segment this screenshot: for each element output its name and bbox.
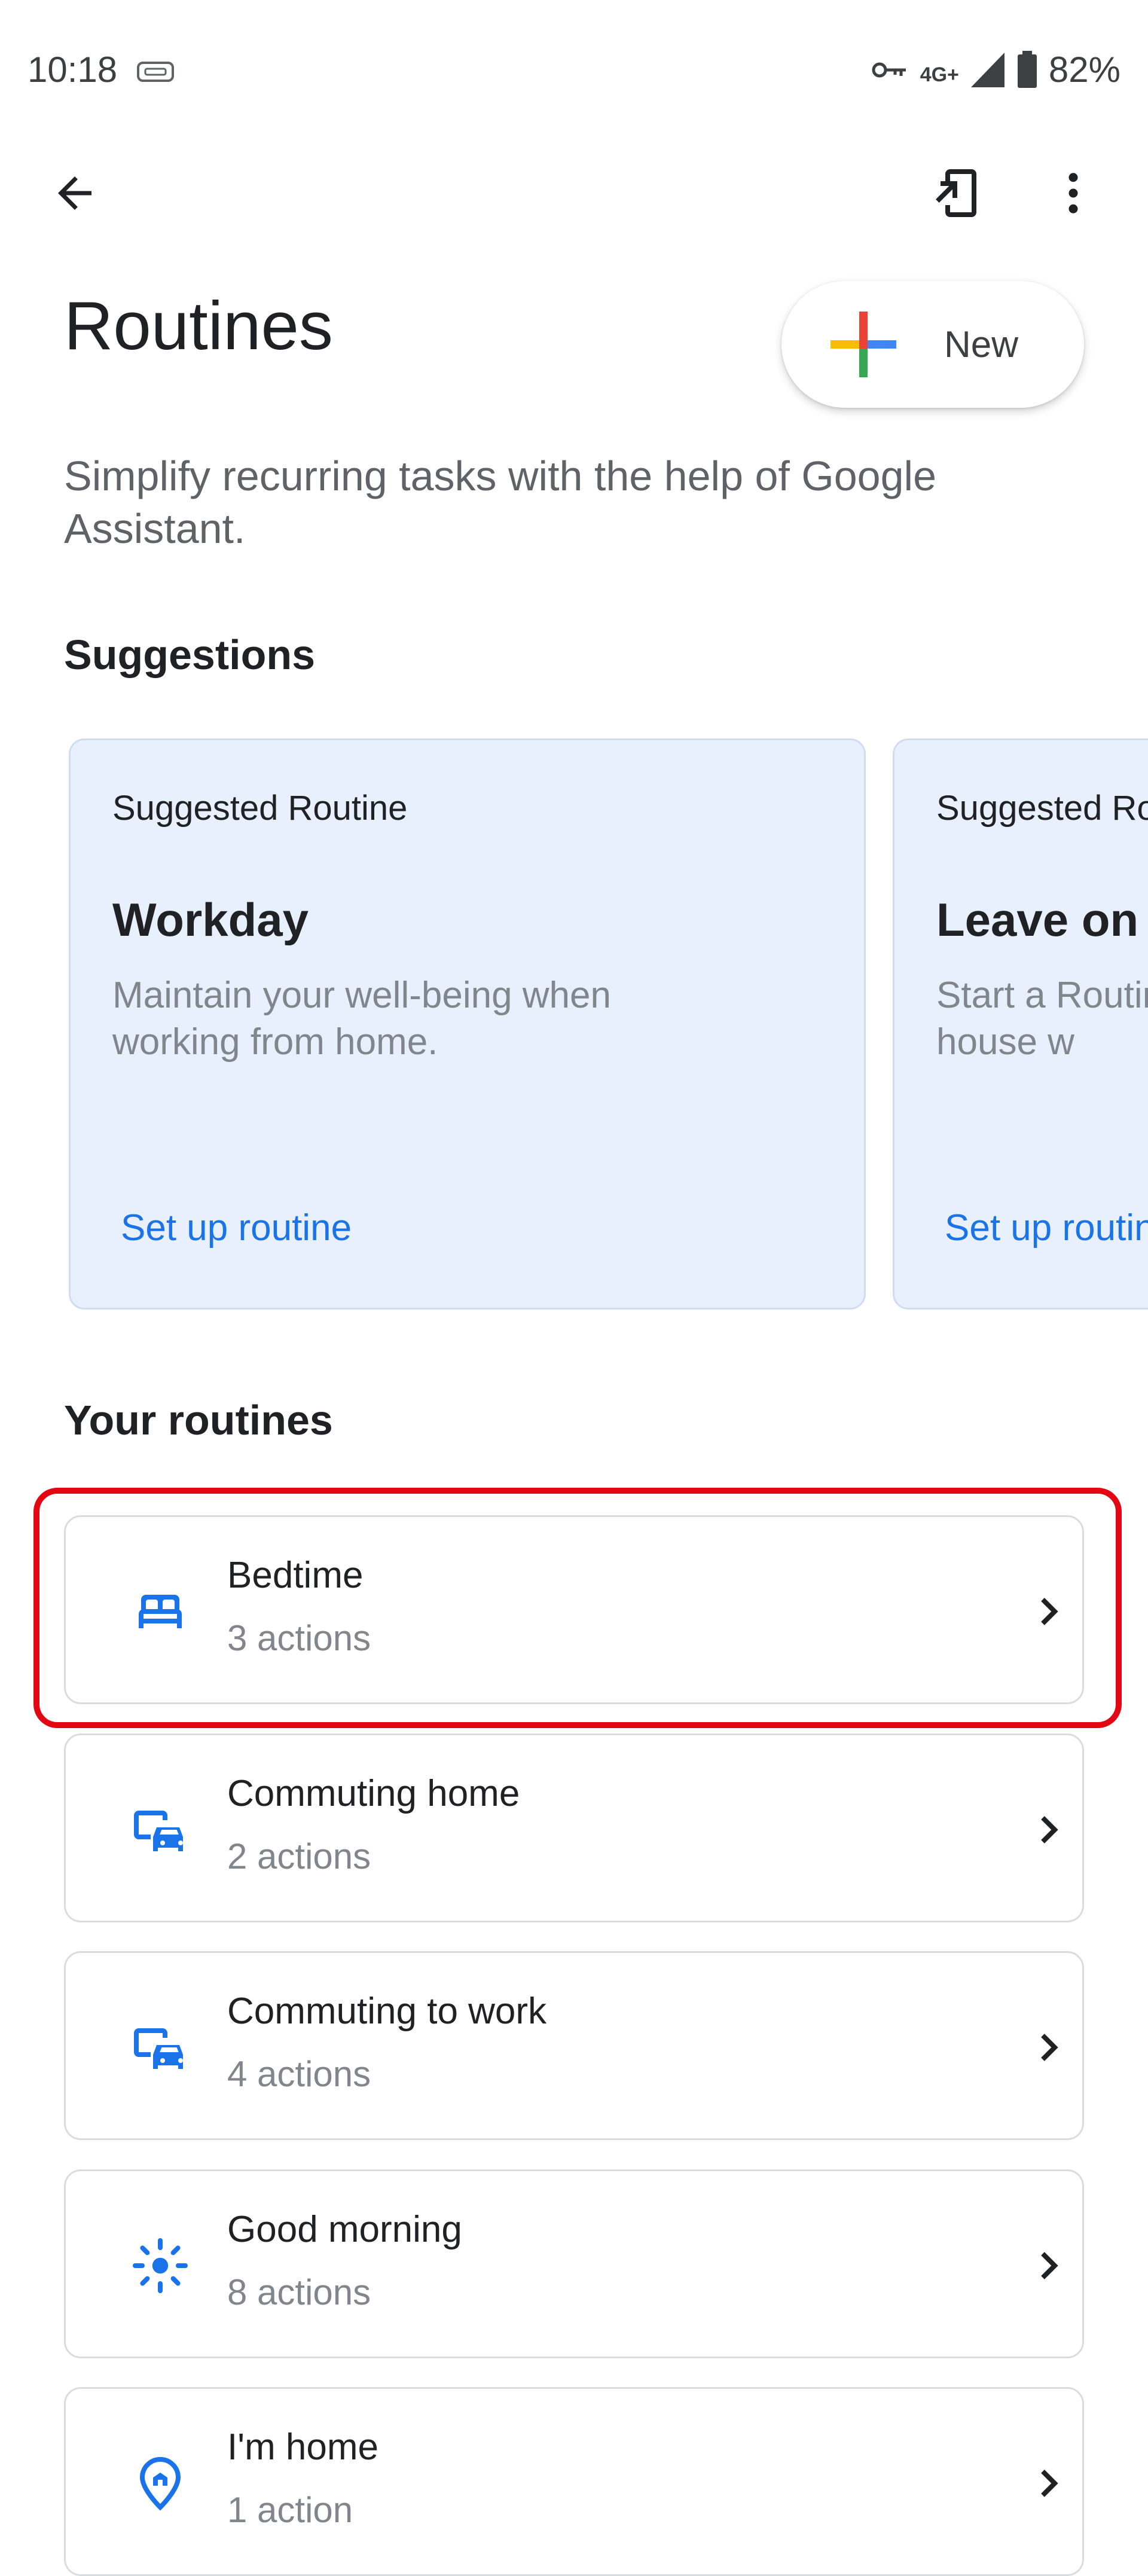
- phone-forward-icon: [936, 169, 976, 217]
- suggestion-title: Workday: [112, 893, 309, 946]
- selection-highlight: [33, 1488, 1122, 1728]
- routine-action-count: 1 action: [227, 2490, 353, 2530]
- chevron-right-icon: [1041, 2034, 1058, 2061]
- new-routine-button[interactable]: New: [781, 281, 1084, 408]
- vpn-key-icon: [871, 58, 909, 82]
- back-button[interactable]: [42, 160, 108, 226]
- routine-card-commuting-home[interactable]: Commuting home 2 actions: [64, 1733, 1084, 1922]
- chevron-right-icon: [1041, 2252, 1058, 2279]
- suggestion-kicker: Suggested Routine: [112, 789, 408, 828]
- your-routines-heading: Your routines: [64, 1397, 333, 1443]
- status-time: 10:18: [28, 50, 118, 90]
- routine-card-im-home[interactable]: I'm home 1 action: [64, 2387, 1084, 2576]
- commute-icon: [134, 2028, 183, 2069]
- suggestion-kicker: Suggested Routine: [936, 789, 1148, 828]
- status-indicators: 4G+ 82%: [871, 49, 1120, 90]
- routine-name: Commuting home: [227, 1773, 520, 1814]
- routine-card-good-morning[interactable]: Good morning 8 actions: [64, 2169, 1084, 2358]
- cast-to-phone-button[interactable]: [924, 160, 990, 226]
- routine-action-count: 8 actions: [227, 2272, 371, 2312]
- usb-debug-icon: [136, 60, 175, 87]
- routine-action-count: 4 actions: [227, 2054, 371, 2094]
- commute-icon: [134, 1811, 183, 1851]
- set-up-routine-button[interactable]: Set up routine: [121, 1207, 352, 1249]
- routine-card-commuting-to-work[interactable]: Commuting to work 4 actions: [64, 1951, 1084, 2140]
- suggestions-heading: Suggestions: [64, 631, 316, 678]
- network-type: 4G+: [920, 63, 959, 86]
- battery-level: 82%: [1048, 50, 1120, 90]
- page-title: Routines: [64, 288, 333, 364]
- battery-icon: [1016, 50, 1038, 89]
- routine-name: Commuting to work: [227, 1991, 547, 2032]
- new-button-label: New: [944, 323, 1019, 365]
- suggestion-description: Start a Routine when you leave the house…: [936, 975, 1148, 1063]
- set-up-routine-button[interactable]: Set up routine: [945, 1207, 1148, 1249]
- suggestion-description: Maintain your well-being when working fr…: [112, 975, 612, 1063]
- sun-icon: [133, 2238, 188, 2293]
- page-subtitle: Simplify recurring tasks with the help o…: [64, 453, 936, 552]
- suggestion-card-leave[interactable]: Suggested Routine Leave on t Start a Rou…: [893, 738, 1148, 1310]
- more-options-button[interactable]: [1040, 160, 1106, 226]
- routine-name: I'm home: [227, 2427, 379, 2468]
- suggestion-title: Leave on t: [936, 893, 1148, 946]
- more-vert-icon: [1068, 173, 1078, 213]
- routine-action-count: 2 actions: [227, 1836, 371, 1876]
- routine-name: Good morning: [227, 2209, 462, 2250]
- chevron-right-icon: [1041, 2470, 1058, 2497]
- chevron-right-icon: [1041, 1816, 1058, 1844]
- suggestion-card-workday[interactable]: Suggested Routine Workday Maintain your …: [69, 738, 866, 1310]
- signal-icon: [970, 51, 1006, 88]
- google-plus-icon: [831, 312, 896, 377]
- home-pin-icon: [139, 2456, 181, 2511]
- arrow-back-icon: [58, 176, 91, 210]
